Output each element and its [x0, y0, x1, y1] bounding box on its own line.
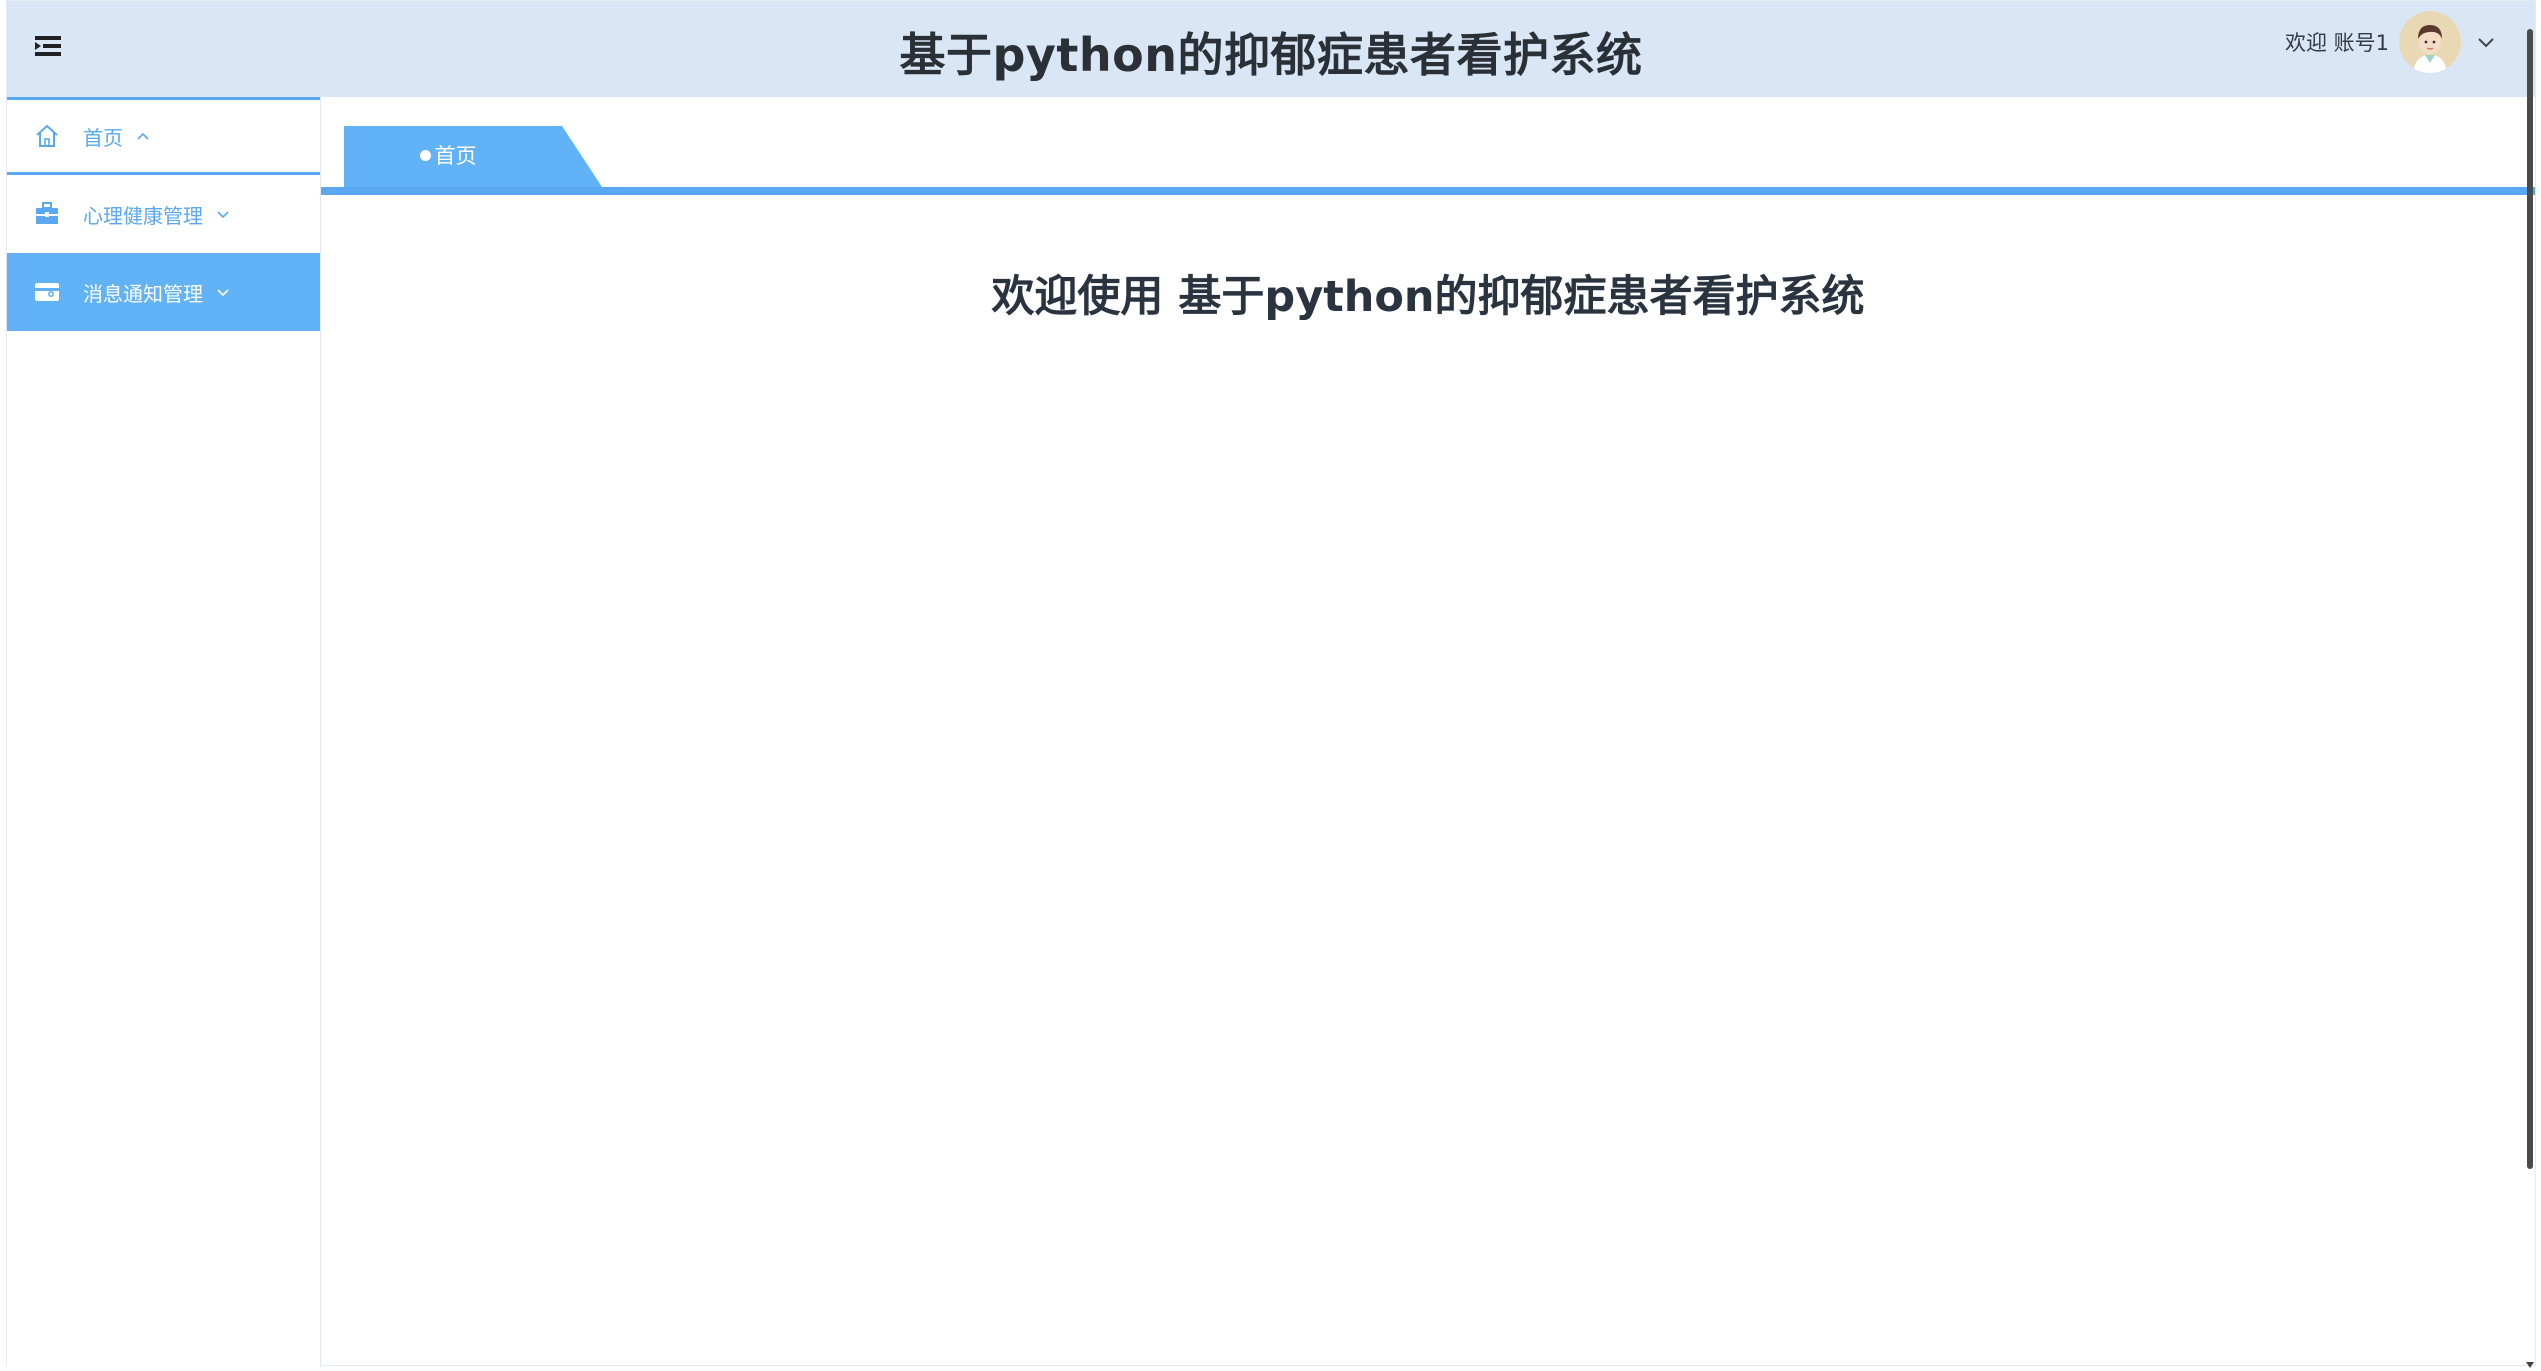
sidebar-item-label: 首页	[83, 125, 123, 150]
sidebar-item-label: 心理健康管理	[83, 203, 203, 228]
home-icon	[36, 124, 58, 147]
sidebar-item-mental-health[interactable]: 心理健康管理	[7, 175, 320, 253]
chevron-down-icon[interactable]	[2475, 31, 2497, 53]
sidebar-item-notifications[interactable]: 消息通知管理	[7, 253, 320, 331]
message-card-icon	[35, 283, 59, 301]
chevron-down-icon	[217, 289, 229, 297]
sidebar-item-home[interactable]: 首页	[7, 97, 320, 175]
tab-home[interactable]: 首页	[344, 126, 602, 187]
tab-label: 首页	[344, 126, 552, 187]
chevron-down-icon	[217, 211, 229, 219]
app-title: 基于python的抑郁症患者看护系统	[899, 28, 1643, 82]
page-scrollbar[interactable]	[2525, 29, 2535, 1369]
user-menu[interactable]: 欢迎 账号1	[2285, 11, 2497, 73]
sidebar: 首页 心理健康管理 消息通知管理	[7, 97, 321, 1367]
scrollbar-thumb[interactable]	[2527, 29, 2533, 1169]
app-window: 基于python的抑郁症患者看护系统 欢迎 账号1 首页 心理健康管理 消息通知…	[6, 0, 2536, 1369]
scroll-down-icon[interactable]	[2526, 1361, 2534, 1369]
chevron-up-icon	[137, 132, 149, 140]
avatar-icon[interactable]	[2399, 11, 2461, 73]
tab-active-dot	[419, 149, 431, 161]
tab-bar: 首页	[321, 97, 2535, 195]
briefcase-icon	[36, 202, 58, 224]
welcome-heading: 欢迎使用 基于python的抑郁症患者看护系统	[991, 272, 1865, 322]
tab-home-label: 首页	[434, 144, 477, 168]
welcome-user-text: 欢迎 账号1	[2284, 31, 2389, 55]
sidebar-item-label: 消息通知管理	[83, 281, 203, 306]
top-header: 基于python的抑郁症患者看护系统 欢迎 账号1	[7, 1, 2535, 97]
main-content: 首页 欢迎使用 基于python的抑郁症患者看护系统	[321, 97, 2535, 1365]
